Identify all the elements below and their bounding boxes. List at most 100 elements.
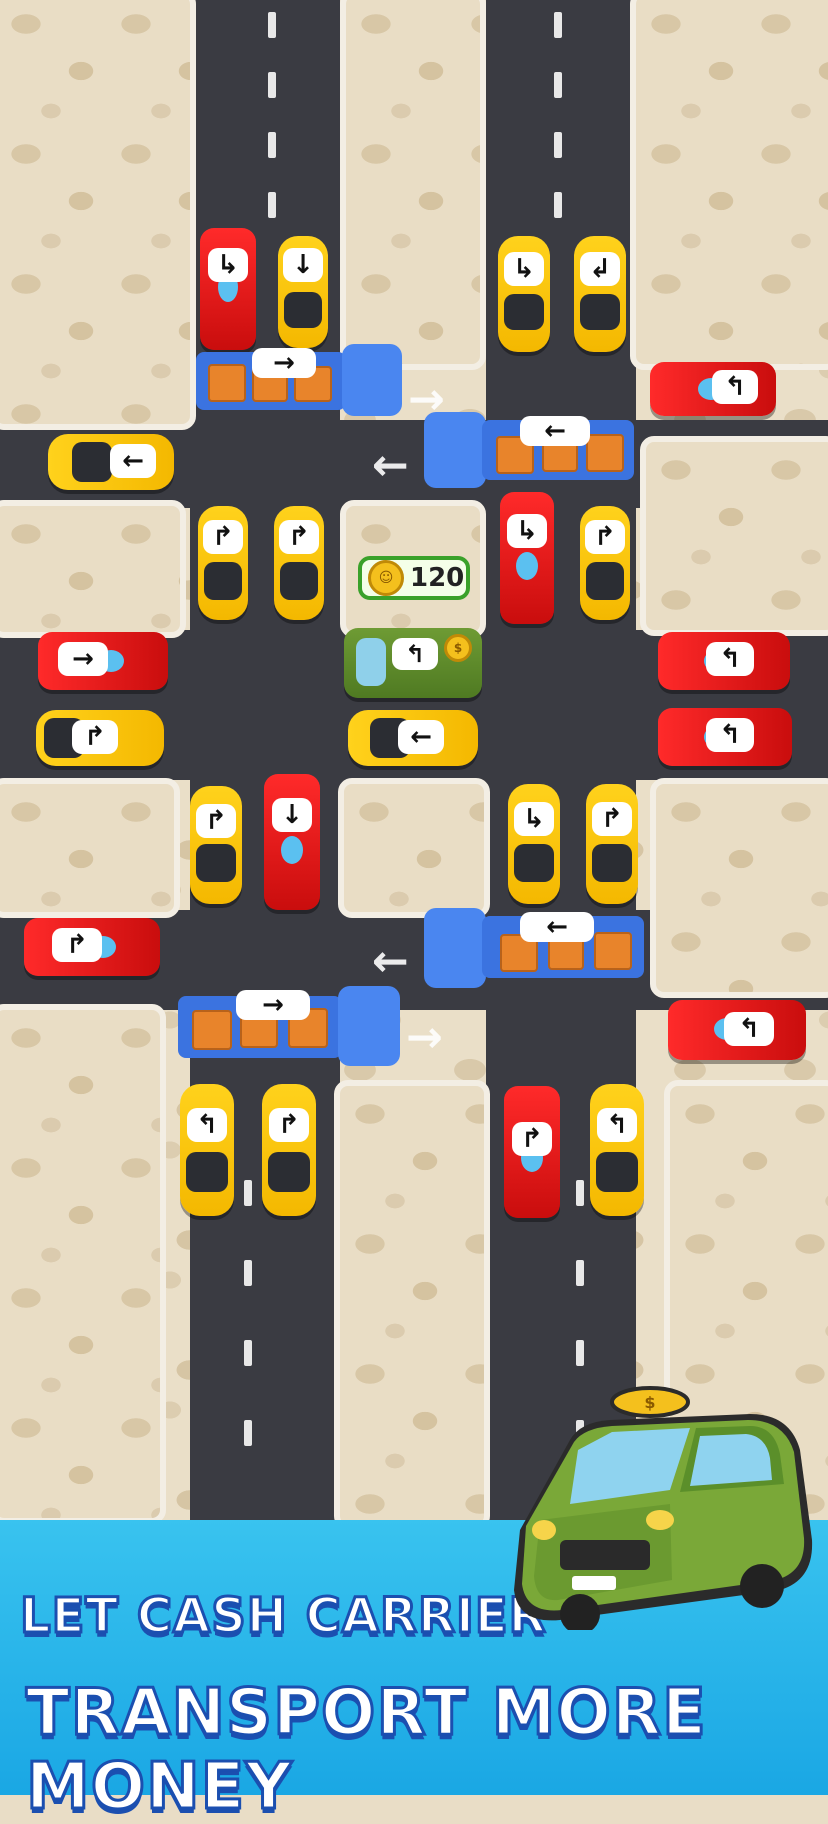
lane-marking [268, 192, 276, 218]
f1-car[interactable]: ↰ [658, 632, 790, 690]
taxi-car[interactable]: ↳ [508, 784, 560, 904]
turn-right-arrow-icon: ↱ [585, 520, 625, 554]
lane-marking [554, 132, 562, 158]
taxi-car[interactable]: ↰ [180, 1084, 234, 1216]
windshield [268, 1152, 310, 1192]
f1-car[interactable]: ↳ [500, 492, 554, 624]
lane-marking [244, 1260, 252, 1286]
turn-right-arrow-icon: ↱ [269, 1108, 309, 1142]
turn-right-arrow-icon: ↱ [592, 802, 632, 836]
lane-marking [554, 72, 562, 98]
f1-car[interactable]: ↳ [200, 228, 256, 350]
turn-left-arrow-icon: ↰ [724, 1012, 774, 1046]
taxi-car[interactable]: ↱ [262, 1084, 316, 1216]
svg-text:$: $ [644, 1393, 655, 1412]
f1-car[interactable]: ↰ [650, 362, 776, 416]
windshield [580, 294, 620, 330]
windshield [596, 1152, 638, 1192]
truck[interactable]: → [178, 986, 404, 1066]
cash-carrier-van-illustration: $ [514, 1386, 813, 1630]
arrow-right-icon: → [236, 990, 310, 1020]
windshield [280, 562, 318, 600]
f1-car[interactable]: ↓ [264, 774, 320, 910]
banner-headline-1: LET CASH CARRIER [19, 1587, 548, 1646]
block [338, 778, 490, 918]
banner-headline-2: TRANSPORT MORE MONEY [25, 1675, 708, 1824]
windshield [284, 292, 322, 328]
block [0, 500, 186, 638]
turn-right-arrow-icon: ↱ [72, 720, 118, 754]
turn-right-arrow-icon: ↱ [196, 804, 236, 838]
lane-marking [576, 1180, 584, 1206]
cargo-box [192, 1010, 232, 1050]
lane-marking [576, 1260, 584, 1286]
arrow-right-icon: → [252, 348, 316, 378]
block [340, 0, 486, 370]
taxi-car[interactable]: ↱ [580, 506, 630, 620]
taxi-car[interactable]: ↰ [590, 1084, 644, 1216]
lane-marking [268, 12, 276, 38]
turn-down-right-arrow-icon: ↳ [208, 248, 248, 282]
turn-left-arrow-icon: ↰ [706, 718, 754, 752]
windshield [504, 294, 544, 330]
cash-carrier-van[interactable]: $ ↰ [344, 628, 482, 698]
windshield [204, 562, 242, 600]
taxi-car[interactable]: ↱ [190, 786, 242, 904]
turn-left-arrow-icon: ↰ [597, 1108, 637, 1142]
arrow-down-icon: ↓ [283, 248, 323, 282]
coin-icon: ☺ [368, 560, 404, 596]
lane-marking [268, 132, 276, 158]
lane-marking [244, 1420, 252, 1446]
cockpit [516, 552, 538, 580]
van-window [356, 638, 386, 686]
truck-cab [424, 908, 486, 988]
turn-down-left-arrow-icon: ↲ [580, 252, 620, 286]
turn-down-right-arrow-icon: ↳ [514, 802, 554, 836]
taxi-car[interactable]: ↱ [198, 506, 248, 620]
f1-car[interactable]: ↱ [24, 918, 160, 976]
truck-cab [338, 986, 400, 1066]
truck[interactable]: ← [424, 908, 648, 988]
taxi-car[interactable]: ↲ [574, 236, 626, 352]
exit-direction-left-icon: ← [372, 440, 409, 491]
windshield [586, 562, 624, 600]
block [630, 0, 828, 370]
arrow-right-icon: → [58, 642, 108, 676]
block [0, 778, 180, 918]
windshield [196, 844, 236, 882]
f1-car[interactable]: ↰ [668, 1000, 806, 1060]
taxi-car[interactable]: ← [348, 710, 478, 766]
block [334, 1080, 490, 1530]
turn-down-right-arrow-icon: ↳ [507, 514, 547, 548]
coin-reward-amount: 120 [410, 563, 465, 593]
lane-marking [576, 1340, 584, 1366]
block [650, 778, 828, 998]
cargo-box [208, 364, 246, 402]
exit-direction-right-icon: → [406, 1012, 443, 1063]
truck[interactable]: ← [424, 412, 638, 488]
windshield [592, 844, 632, 882]
taxi-car[interactable]: ↱ [36, 710, 164, 766]
truck[interactable]: → [196, 344, 406, 418]
f1-car[interactable]: ↰ [658, 708, 792, 766]
truck-cab [342, 344, 402, 416]
cargo-box [586, 434, 624, 472]
block [0, 0, 196, 430]
f1-car[interactable]: ↱ [504, 1086, 560, 1218]
cargo-box [594, 932, 632, 970]
taxi-car[interactable]: ↳ [498, 236, 550, 352]
turn-left-arrow-icon: ↰ [712, 370, 758, 404]
lane-marking [244, 1340, 252, 1366]
turn-left-arrow-icon: ↰ [187, 1108, 227, 1142]
turn-right-arrow-icon: ↱ [512, 1122, 552, 1156]
taxi-car[interactable]: ← [48, 434, 174, 490]
taxi-car[interactable]: ↱ [274, 506, 324, 620]
coin-reward-bubble: ☺ 120 [358, 556, 470, 600]
f1-car[interactable]: → [38, 632, 168, 690]
taxi-car[interactable]: ↓ [278, 236, 328, 348]
arrow-left-icon: ← [520, 416, 590, 446]
turn-left-arrow-icon: ↰ [706, 642, 754, 676]
windshield [72, 442, 112, 482]
taxi-car[interactable]: ↱ [586, 784, 638, 904]
lane-marking [554, 192, 562, 218]
